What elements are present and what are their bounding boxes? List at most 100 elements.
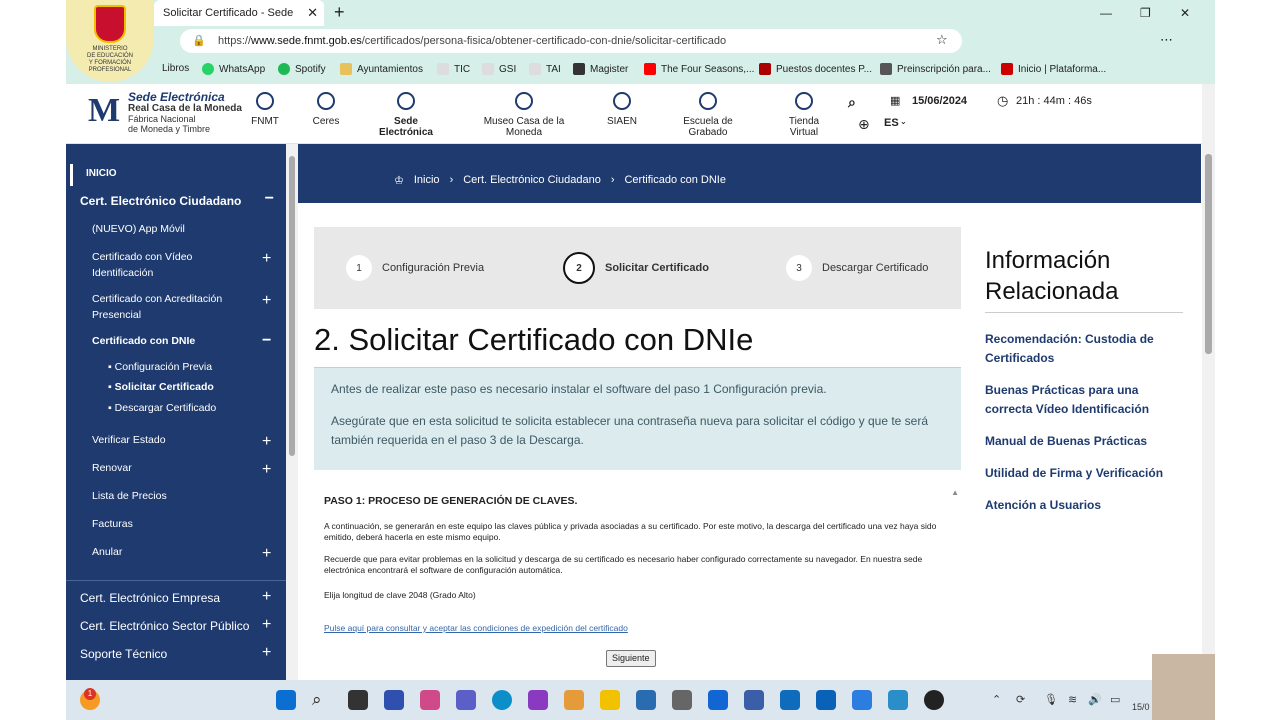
taskview-icon[interactable] xyxy=(348,690,368,710)
bookmark-item[interactable]: Inicio | Plataforma... xyxy=(1001,63,1106,75)
app-icon[interactable] xyxy=(888,690,908,710)
app-icon[interactable] xyxy=(564,690,584,710)
volume-icon[interactable]: 🔊 xyxy=(1088,693,1102,706)
calculator-icon[interactable] xyxy=(672,690,692,710)
sidebar-item-dnie[interactable]: Certificado con DNIe − xyxy=(92,333,312,349)
sidebar-item-soporte[interactable]: Soporte Técnico + xyxy=(80,644,300,662)
museo-icon xyxy=(515,92,533,110)
bookmark-item[interactable]: Preinscripción para... xyxy=(880,63,991,75)
url-domain: www.sede.fnmt.gob.es xyxy=(251,35,362,47)
step-1[interactable]: 1 Configuración Previa xyxy=(346,255,484,281)
link-buenas-practicas-video[interactable]: Buenas Prácticas para una correcta Vídeo… xyxy=(985,381,1175,419)
search-icon[interactable]: ⌕ xyxy=(312,690,332,710)
breadcrumb-ciudadano[interactable]: Cert. Electrónico Ciudadano xyxy=(463,174,601,187)
app-icon[interactable] xyxy=(420,690,440,710)
siguiente-button[interactable]: Siguiente xyxy=(606,650,656,667)
browser-tab[interactable]: Solicitar Certificado - Sede ✕ xyxy=(154,0,324,26)
zoom-icon[interactable] xyxy=(708,690,728,710)
app-icon[interactable] xyxy=(528,690,548,710)
sidebar-item-precios[interactable]: Lista de Precios xyxy=(92,488,312,504)
step-2-active[interactable]: 2 Solicitar Certificado xyxy=(563,252,709,284)
app-icon[interactable] xyxy=(744,690,764,710)
wifi-icon[interactable]: ≋ xyxy=(1068,693,1077,706)
sync-icon[interactable]: ⟳ xyxy=(1016,693,1025,706)
favorite-star-icon[interactable]: ☆ xyxy=(936,32,948,48)
sidebar-item-verificar[interactable]: Verificar Estado + xyxy=(92,432,312,450)
form-text: Recuerde que para evitar problemas en la… xyxy=(324,554,923,575)
bookmark-item[interactable]: Ayuntamientos xyxy=(340,63,423,75)
app-icon[interactable] xyxy=(384,690,404,710)
url-path: /certificados/persona-fisica/obtener-cer… xyxy=(361,35,727,47)
bookmark-item[interactable]: Magister xyxy=(573,63,628,75)
link-manual[interactable]: Manual de Buenas Prácticas xyxy=(985,432,1175,451)
new-tab-icon[interactable]: + xyxy=(334,0,345,24)
battery-icon[interactable]: ▭ xyxy=(1110,693,1120,706)
edge-icon[interactable] xyxy=(492,690,512,710)
globe-icon[interactable]: ⊕ xyxy=(858,116,870,133)
maximize-icon[interactable]: ❐ xyxy=(1140,0,1151,26)
bookmark-item[interactable]: The Four Seasons,... xyxy=(644,63,754,75)
store-icon[interactable] xyxy=(636,690,656,710)
folder-icon[interactable] xyxy=(600,690,620,710)
nav-ceres[interactable]: Ceres xyxy=(310,92,342,127)
bookmarks-bar: Libros WhatsApp Spotify Ayuntamientos TI… xyxy=(66,56,1215,84)
sidebar-item-app[interactable]: (NUEVO) App Móvil xyxy=(92,221,312,237)
close-tab-icon[interactable]: ✕ xyxy=(307,0,318,26)
bookmark-item[interactable]: Spotify xyxy=(278,63,326,75)
conditions-link[interactable]: Pulse aquí para consultar y aceptar las … xyxy=(324,623,628,633)
nav-tienda[interactable]: Tienda Virtual xyxy=(782,92,826,138)
sidebar-scrollbar[interactable] xyxy=(286,144,298,680)
nav-fnmt[interactable]: FNMT xyxy=(250,92,280,127)
url-input[interactable]: https://www.sede.fnmt.gob.es/certificado… xyxy=(180,29,962,53)
link-firma[interactable]: Utilidad de Firma y Verificación xyxy=(985,464,1175,483)
taskbar: ⌕ ⌃ ⟳ 🎙 ≋ 🔊 ▭ 15/0 xyxy=(66,680,1215,720)
app-icon[interactable] xyxy=(924,690,944,710)
expand-icon: + xyxy=(262,644,272,661)
sidebar-item-renovar[interactable]: Renovar + xyxy=(92,460,312,478)
close-window-icon[interactable]: ✕ xyxy=(1180,0,1190,26)
sidebar-item-publico[interactable]: Cert. Electrónico Sector Público + xyxy=(80,617,300,634)
breadcrumb-home[interactable]: Inicio xyxy=(414,174,440,187)
bookmark-item[interactable]: WhatsApp xyxy=(202,63,265,75)
sidebar: INICIO Cert. Electrónico Ciudadano − (NUE… xyxy=(66,144,286,680)
bookmark-item[interactable]: TIC xyxy=(437,63,470,75)
nav-sede[interactable]: Sede Electrónica xyxy=(376,92,436,138)
more-menu-icon[interactable]: ⋯ xyxy=(1160,32,1173,48)
link-custodia[interactable]: Recomendación: Custodia de Certificados xyxy=(985,330,1175,368)
clock-date[interactable]: 15/0 xyxy=(1132,702,1150,712)
sidebar-item-ciudadano[interactable]: Cert. Electrónico Ciudadano − xyxy=(80,191,300,209)
sidebar-item-acred[interactable]: Certificado con Acreditación Presencial + xyxy=(92,291,271,323)
sidebar-item-inicio[interactable]: INICIO xyxy=(86,166,306,182)
search-icon[interactable]: ⌕ xyxy=(848,94,856,111)
fnmt-logo-icon[interactable]: M xyxy=(88,92,124,134)
nav-siaen[interactable]: SIAEN xyxy=(604,92,640,127)
sidebar-item-facturas[interactable]: Facturas xyxy=(92,516,312,532)
start-icon[interactable] xyxy=(276,690,296,710)
link-atencion[interactable]: Atención a Usuarios xyxy=(985,496,1175,515)
siaen-icon xyxy=(613,92,631,110)
nav-escuela[interactable]: Escuela de Grabado xyxy=(676,92,740,138)
minimize-icon[interactable]: — xyxy=(1100,0,1112,26)
step-3[interactable]: 3 Descargar Certificado xyxy=(786,255,928,281)
bookmark-item[interactable]: GSI xyxy=(482,63,516,75)
lock-icon[interactable]: 🔒 xyxy=(192,34,206,47)
nav-museo[interactable]: Museo Casa de la Moneda xyxy=(478,92,570,138)
bookmark-item[interactable]: Puestos docentes P... xyxy=(759,63,872,75)
bookmark-item[interactable]: TAI xyxy=(529,63,561,75)
sidebar-item-video[interactable]: Certificado con Vídeo Identificación + xyxy=(92,249,271,281)
tray-chevron-icon[interactable]: ⌃ xyxy=(992,693,1001,706)
bookmark-item[interactable]: Libros xyxy=(162,63,189,74)
mic-icon[interactable]: 🎙 xyxy=(1044,693,1058,706)
page-scrollbar[interactable] xyxy=(1202,84,1215,680)
scroll-up-icon[interactable]: ▲ xyxy=(951,487,959,498)
teams-icon[interactable] xyxy=(456,690,476,710)
left-margin xyxy=(0,0,66,720)
photos-icon[interactable] xyxy=(852,690,872,710)
site-logo-text[interactable]: Sede Electrónica Real Casa de la Moneda … xyxy=(128,90,242,134)
sidebar-item-empresa[interactable]: Cert. Electrónico Empresa + xyxy=(80,589,300,606)
mail-icon[interactable] xyxy=(780,690,800,710)
chevron-down-icon[interactable]: ⌄ xyxy=(900,117,907,126)
language-selector[interactable]: ES xyxy=(884,117,899,129)
outlook-icon[interactable] xyxy=(816,690,836,710)
sidebar-item-anular[interactable]: Anular + xyxy=(92,544,312,562)
